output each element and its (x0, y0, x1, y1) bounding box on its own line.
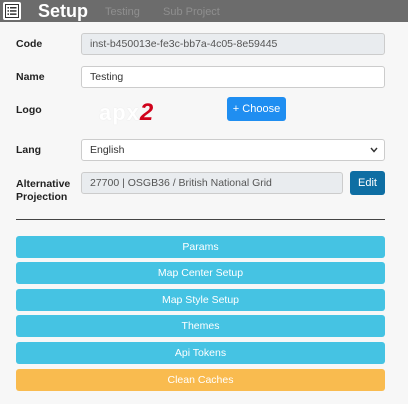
name-label: Name (16, 71, 45, 83)
edit-projection-button[interactable]: Edit (350, 171, 385, 195)
name-input[interactable]: Testing (81, 66, 385, 88)
ghost-tab-1: Testing (105, 6, 140, 18)
logo-image: apx2 (99, 99, 153, 127)
title-bar: Testing Sub Project Setup (0, 0, 408, 22)
projection-field: 27700 | OSGB36 / British National Grid (81, 172, 343, 194)
themes-button[interactable]: Themes (16, 315, 385, 337)
lang-selected-value: English (90, 144, 125, 156)
list-menu-icon[interactable] (3, 2, 21, 20)
params-button[interactable]: Params (16, 236, 385, 258)
choose-logo-button[interactable]: + Choose (227, 97, 286, 121)
ghost-tab-2: Sub Project (163, 6, 220, 18)
divider (16, 219, 385, 220)
projection-label-line2: Projection (16, 191, 68, 203)
lang-select[interactable]: English (81, 139, 385, 161)
lang-label: Lang (16, 144, 42, 156)
map-center-setup-button[interactable]: Map Center Setup (16, 262, 385, 284)
clean-caches-button[interactable]: Clean Caches (16, 369, 385, 391)
map-style-setup-button[interactable]: Map Style Setup (16, 289, 385, 311)
page-title: Setup (38, 1, 89, 21)
projection-label-line1: Alternative (16, 178, 71, 190)
logo-text-main: apx (99, 100, 140, 125)
code-field: inst-b450013e-fe3c-bb7a-4c05-8e59445 (81, 33, 385, 55)
logo-label: Logo (16, 104, 42, 116)
code-label: Code (16, 38, 43, 50)
api-tokens-button[interactable]: Api Tokens (16, 342, 385, 364)
chevron-down-icon (370, 147, 378, 153)
logo-text-accent: 2 (139, 99, 154, 126)
